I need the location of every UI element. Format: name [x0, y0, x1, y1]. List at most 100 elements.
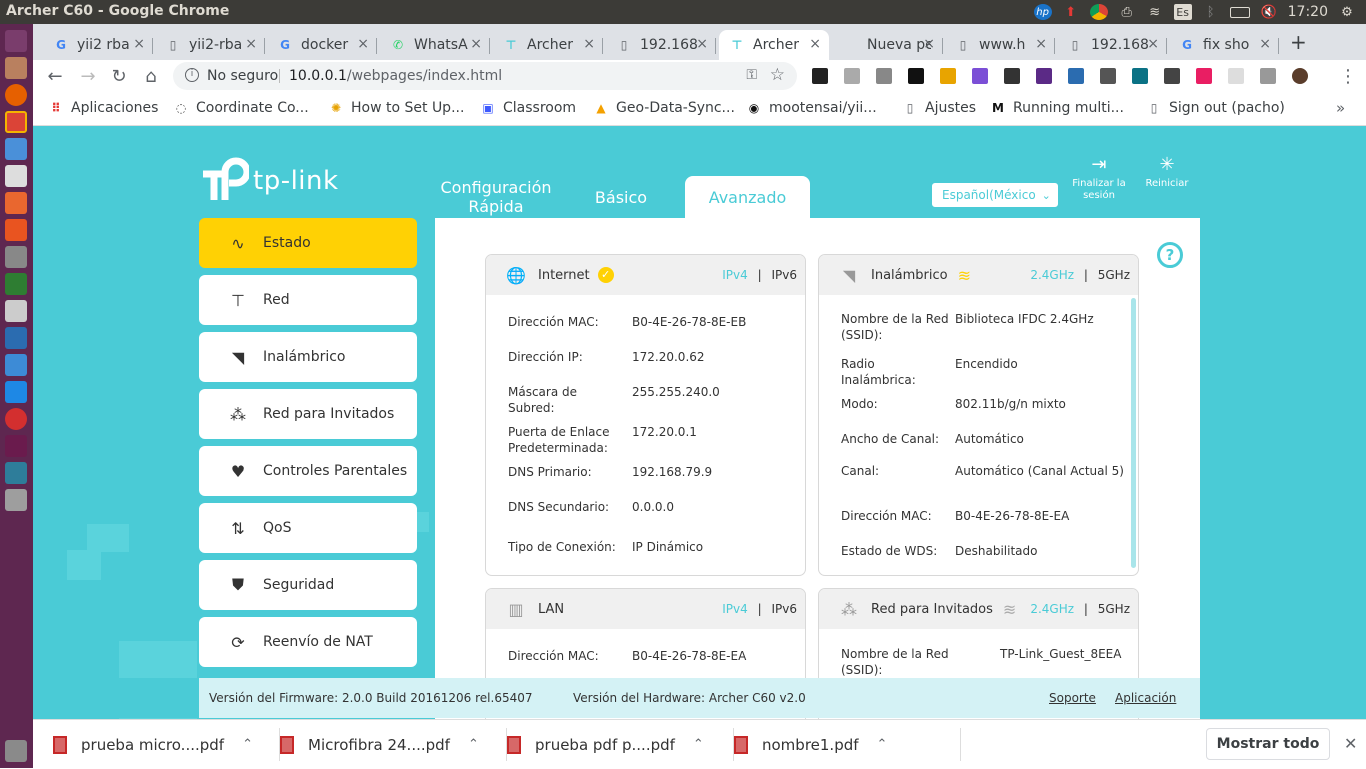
- band-24-toggle[interactable]: 2.4GHz: [1030, 268, 1074, 282]
- printer-icon[interactable]: ⎙: [1118, 4, 1136, 20]
- launcher-text-editor-icon[interactable]: [5, 300, 27, 322]
- chevron-up-icon[interactable]: ⌃: [877, 737, 888, 752]
- back-button[interactable]: ←: [45, 66, 65, 87]
- volume-muted-icon[interactable]: 🔇: [1260, 4, 1278, 20]
- close-downloads-icon[interactable]: ✕: [1344, 734, 1357, 753]
- reload-button[interactable]: ↻: [109, 66, 129, 87]
- nav-item-inal-mbrico[interactable]: ◥ Inalámbrico: [199, 332, 417, 382]
- nav-item-controles-parentales[interactable]: ♥ Controles Parentales: [199, 446, 417, 496]
- bookmark-item[interactable]: M Running multi...: [990, 100, 1124, 116]
- nav-item-estado[interactable]: ∿ Estado: [199, 218, 417, 268]
- chrome-menu-icon[interactable]: ⋮: [1338, 66, 1358, 87]
- keyboard-layout[interactable]: Es: [1173, 4, 1192, 20]
- band-5-toggle[interactable]: 5GHz: [1098, 602, 1130, 616]
- browser-tab[interactable]: ✆ WhatsA ×: [380, 30, 490, 60]
- reboot-button[interactable]: ✳ Reiniciar: [1139, 154, 1195, 190]
- close-tab-icon[interactable]: ×: [357, 36, 369, 52]
- launcher-trash-icon[interactable]: [5, 740, 27, 762]
- browser-tab[interactable]: ▯ 192.168 ×: [606, 30, 716, 60]
- browser-tab[interactable]: Nueva pes×: [833, 30, 943, 60]
- forward-button[interactable]: →: [78, 66, 98, 87]
- extension-icon[interactable]: [1164, 68, 1180, 84]
- launcher-drive-icon[interactable]: [5, 489, 27, 511]
- launcher-network-icon[interactable]: [5, 462, 27, 484]
- extension-icon[interactable]: [1228, 68, 1244, 84]
- close-tab-icon[interactable]: ×: [470, 36, 482, 52]
- bookmark-item[interactable]: ▯ Sign out (pacho): [1146, 100, 1285, 116]
- bookmark-item[interactable]: ✺ How to Set Up...: [328, 100, 464, 116]
- language-select[interactable]: Español(México ⌄: [931, 182, 1059, 208]
- browser-tab[interactable]: ⊤ Archer ×: [719, 30, 829, 60]
- extension-icon[interactable]: [1196, 68, 1212, 84]
- power-icon[interactable]: ⚙: [1338, 4, 1356, 20]
- ipv4-toggle[interactable]: IPv4: [722, 268, 748, 282]
- close-tab-icon[interactable]: ×: [245, 36, 257, 52]
- extension-icon[interactable]: [1132, 68, 1148, 84]
- show-all-downloads-button[interactable]: Mostrar todo: [1206, 728, 1330, 760]
- ipv4-toggle[interactable]: IPv4: [722, 602, 748, 616]
- close-tab-icon[interactable]: ×: [133, 36, 145, 52]
- download-item[interactable]: Microfibra 24....pdf ⌃: [280, 720, 507, 769]
- close-tab-icon[interactable]: ×: [583, 36, 595, 52]
- extension-icon[interactable]: [876, 68, 892, 84]
- launcher-files-icon[interactable]: [5, 57, 27, 79]
- wireless-scrollbar[interactable]: [1131, 298, 1136, 568]
- nav-item-qos[interactable]: ⇅ QoS: [199, 503, 417, 553]
- tab-configuracion-rapida[interactable]: Configuración Rápida: [435, 176, 557, 218]
- launcher-vscode-icon[interactable]: [5, 381, 27, 403]
- download-item[interactable]: nombre1.pdf ⌃: [734, 720, 961, 769]
- band-5-toggle[interactable]: 5GHz: [1098, 268, 1130, 282]
- ipv6-toggle[interactable]: IPv6: [771, 602, 797, 616]
- chrome-icon[interactable]: [1089, 4, 1108, 20]
- address-bar[interactable]: i No seguro 10.0.0.1/webpages/index.html…: [173, 62, 797, 90]
- extension-icon[interactable]: [1100, 68, 1116, 84]
- launcher-photos-icon[interactable]: [5, 246, 27, 268]
- nav-item-seguridad[interactable]: ⛊ Seguridad: [199, 560, 417, 610]
- browser-tab[interactable]: ▯ www.h ×: [945, 30, 1055, 60]
- tab-basico[interactable]: Básico: [581, 176, 661, 218]
- bookmark-item[interactable]: ⠿ Aplicaciones: [48, 100, 158, 116]
- launcher-terminal-icon[interactable]: [5, 435, 27, 457]
- chevron-up-icon[interactable]: ⌃: [693, 737, 704, 752]
- bookmark-star-icon[interactable]: ☆: [770, 65, 785, 85]
- browser-tab[interactable]: Gyii2 rba ×: [43, 30, 153, 60]
- extension-icon[interactable]: [1292, 68, 1308, 84]
- download-item[interactable]: prueba micro....pdf ⌃: [53, 720, 280, 769]
- bookmark-item[interactable]: ◌ Coordinate Co...: [173, 100, 309, 116]
- extension-icon[interactable]: [844, 68, 860, 84]
- home-button[interactable]: ⌂: [141, 66, 161, 87]
- ipv6-toggle[interactable]: IPv6: [771, 268, 797, 282]
- launcher-amazon-icon[interactable]: [5, 165, 27, 187]
- chevron-up-icon[interactable]: ⌃: [242, 737, 253, 752]
- new-tab-button[interactable]: +: [1290, 30, 1307, 54]
- extension-icon[interactable]: [1036, 68, 1052, 84]
- extension-icon[interactable]: [972, 68, 988, 84]
- update-icon[interactable]: ⬆: [1062, 4, 1080, 20]
- launcher-vbox-icon[interactable]: [5, 327, 27, 349]
- extension-icon[interactable]: [1004, 68, 1020, 84]
- browser-tab[interactable]: ⊤ Archer ×: [493, 30, 603, 60]
- help-icon[interactable]: ?: [1157, 242, 1183, 268]
- clock[interactable]: 17:20: [1288, 4, 1328, 20]
- extension-icon[interactable]: [908, 68, 924, 84]
- close-tab-icon[interactable]: ×: [1259, 36, 1271, 52]
- band-24-toggle[interactable]: 2.4GHz: [1030, 602, 1074, 616]
- extension-icon[interactable]: [940, 68, 956, 84]
- close-tab-icon[interactable]: ×: [696, 36, 708, 52]
- hp-icon[interactable]: hp: [1033, 4, 1052, 20]
- browser-tab[interactable]: ▯ yii2-rba ×: [155, 30, 265, 60]
- nav-item-red[interactable]: ⊤ Red: [199, 275, 417, 325]
- nav-item-reenv-o-de-nat[interactable]: ⟳ Reenvío de NAT: [199, 617, 417, 667]
- support-link[interactable]: Soporte: [1049, 691, 1096, 705]
- launcher-ubuntu-icon[interactable]: [5, 30, 27, 52]
- url-text[interactable]: 10.0.0.1/webpages/index.html: [289, 68, 502, 84]
- bookmark-item[interactable]: ▣ Classroom: [480, 100, 576, 116]
- browser-tab[interactable]: ▯ 192.168 ×: [1057, 30, 1167, 60]
- wifi-icon[interactable]: ≋: [1146, 4, 1164, 20]
- key-icon[interactable]: ⚿: [746, 67, 757, 83]
- launcher-cube-icon[interactable]: [5, 354, 27, 376]
- extension-icon[interactable]: [1260, 68, 1276, 84]
- browser-tab[interactable]: Gfix sho ×: [1169, 30, 1279, 60]
- launcher-calendar-icon[interactable]: [5, 192, 27, 214]
- logout-button[interactable]: ⇥ Finalizar la sesión: [1071, 154, 1127, 202]
